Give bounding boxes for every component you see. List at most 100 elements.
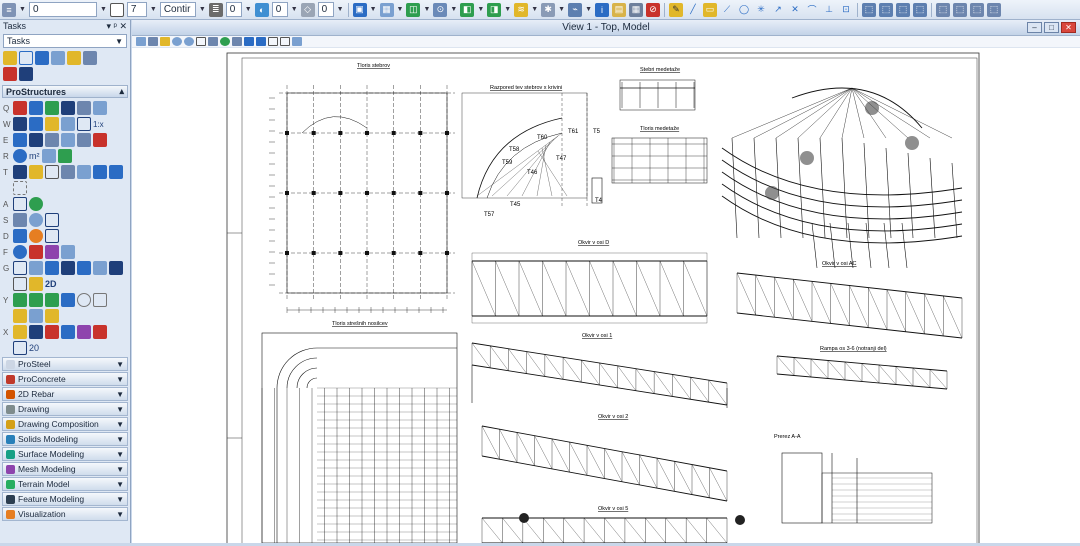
column-2-icon[interactable] <box>109 165 123 179</box>
delete-icon[interactable]: ✕ <box>788 3 802 17</box>
frame-icon[interactable] <box>45 133 59 147</box>
search-icon[interactable] <box>13 245 27 259</box>
window-area-icon[interactable] <box>196 37 206 46</box>
plate-icon[interactable] <box>29 101 43 115</box>
transparency-combo[interactable]: 0 <box>271 2 288 17</box>
stamp-icon[interactable] <box>13 341 27 355</box>
fence-arrow[interactable]: ▼ <box>397 6 404 13</box>
layers-icon[interactable]: ≋ <box>514 2 529 17</box>
clip-volume-icon[interactable] <box>280 37 290 46</box>
transparency-dropdown-arrow[interactable]: ▼ <box>291 6 298 13</box>
chevron-down-icon[interactable]: ▼ <box>116 465 124 474</box>
layer-icon[interactable] <box>13 165 27 179</box>
document-icon[interactable] <box>29 165 43 179</box>
group-icon[interactable]: ◨ <box>487 2 502 17</box>
accudraw-icon[interactable]: ✎ <box>669 2 683 17</box>
detail-1-icon[interactable] <box>13 293 27 307</box>
weight-combo[interactable]: 0 <box>225 2 242 17</box>
tasks-combo[interactable]: Tasks ▼ <box>3 34 127 48</box>
chevron-down-icon[interactable]: ▼ <box>116 480 124 489</box>
move-icon[interactable] <box>13 197 27 211</box>
cell-icon[interactable]: ◧ <box>460 2 475 17</box>
path-icon[interactable] <box>45 229 59 243</box>
grid-lines-icon[interactable] <box>29 133 43 147</box>
select-fence-icon[interactable] <box>19 51 33 65</box>
detail-3-icon[interactable] <box>45 293 59 307</box>
list-icon[interactable] <box>57 149 72 163</box>
clip-mask-icon[interactable] <box>292 37 302 46</box>
level-dropdown-arrow[interactable]: ▼ <box>19 6 26 13</box>
angle-icon[interactable] <box>13 277 27 291</box>
category-solids-modeling[interactable]: Solids Modeling ▼ <box>2 432 128 446</box>
modify-element-icon[interactable] <box>19 67 33 81</box>
circle-icon[interactable]: ◯ <box>737 3 751 17</box>
category-visualization[interactable]: Visualization ▼ <box>2 507 128 521</box>
export-icon[interactable] <box>61 165 75 179</box>
chevron-down-icon[interactable]: ▼ <box>116 375 124 384</box>
category-prosteel[interactable]: ProSteel ▼ <box>2 357 128 371</box>
anchor-icon[interactable] <box>29 117 43 131</box>
tag-icon[interactable] <box>93 261 107 275</box>
linestyle-dropdown-arrow[interactable]: ▼ <box>199 6 206 13</box>
report-1-icon[interactable] <box>45 325 59 339</box>
railing-icon[interactable] <box>61 117 75 131</box>
chevron-down-icon[interactable]: ▼ <box>116 405 124 414</box>
smartline-icon[interactable]: ▭ <box>703 2 717 17</box>
weld-icon[interactable] <box>13 117 27 131</box>
curve-icon[interactable]: ↗ <box>771 3 785 17</box>
polyline-icon[interactable]: ⟋ <box>720 3 734 17</box>
cell-arrow[interactable]: ▼ <box>477 6 484 13</box>
scale-icon[interactable] <box>77 117 91 131</box>
rotate-view-icon[interactable] <box>220 37 230 46</box>
level-icon[interactable]: ≡ <box>2 2 16 17</box>
category-feature-modeling[interactable]: Feature Modeling ▼ <box>2 492 128 506</box>
detail-2-icon[interactable] <box>29 293 43 307</box>
select-arrow-icon[interactable] <box>3 51 17 65</box>
copy-icon[interactable]: ◫ <box>406 2 421 17</box>
analyze-arrow[interactable]: ▼ <box>585 6 592 13</box>
select-tag-icon[interactable] <box>67 51 81 65</box>
drawing-canvas[interactable]: Tloris stebrov Razpored tev stebrov x kr… <box>132 48 1080 546</box>
layers-arrow[interactable]: ▼ <box>531 6 538 13</box>
level-combo[interactable]: 0 <box>28 2 97 17</box>
image-icon[interactable] <box>45 245 59 259</box>
stair-icon[interactable] <box>45 117 59 131</box>
shape-icon[interactable] <box>61 101 75 115</box>
delete-element-icon[interactable] <box>3 67 17 81</box>
dimension-icon[interactable]: ⊥ <box>822 3 836 17</box>
measure-arrow[interactable]: ▼ <box>450 6 457 13</box>
color-dropdown-arrow[interactable]: ▼ <box>150 6 157 13</box>
chevron-down-icon[interactable]: ▼ <box>116 435 124 444</box>
m-icon[interactable] <box>29 325 43 339</box>
chevron-down-icon[interactable]: ▼ <box>115 37 123 46</box>
priority-combo[interactable]: 0 <box>317 2 334 17</box>
scatter-icon[interactable] <box>13 181 27 195</box>
chevron-down-icon[interactable]: ▼ <box>116 510 124 519</box>
report-3-icon[interactable] <box>77 325 91 339</box>
view-next-icon[interactable] <box>256 37 266 46</box>
priority-dropdown-arrow[interactable]: ▼ <box>337 6 344 13</box>
parts-icon[interactable] <box>41 149 56 163</box>
beam-icon[interactable] <box>13 101 27 115</box>
palette-icon[interactable] <box>29 229 43 243</box>
display-style-icon[interactable] <box>148 37 158 46</box>
select-link-icon[interactable] <box>83 51 97 65</box>
zoom-in-icon[interactable] <box>172 37 182 46</box>
update-view-icon[interactable] <box>160 37 170 46</box>
category-terrain-model[interactable]: Terrain Model ▼ <box>2 477 128 491</box>
info-icon[interactable]: i <box>595 2 609 17</box>
profile-icon[interactable] <box>77 101 91 115</box>
anchor-down-icon[interactable] <box>109 261 123 275</box>
view-4-icon[interactable]: ⬚ <box>987 2 1001 17</box>
bolt-icon[interactable] <box>45 101 59 115</box>
layout-icon[interactable] <box>61 133 75 147</box>
loop-icon[interactable] <box>77 293 91 307</box>
prostructures-header[interactable]: ProStructures ▴ <box>2 85 128 98</box>
wave-icon[interactable] <box>93 293 107 307</box>
zoom-out-icon[interactable] <box>184 37 194 46</box>
rectangle-icon[interactable] <box>13 261 27 275</box>
assembly-icon[interactable] <box>77 165 91 179</box>
snap-icon[interactable]: ✱ <box>541 2 556 17</box>
element-selection-icon[interactable]: ▣ <box>352 2 367 17</box>
report-4-icon[interactable] <box>93 325 107 339</box>
